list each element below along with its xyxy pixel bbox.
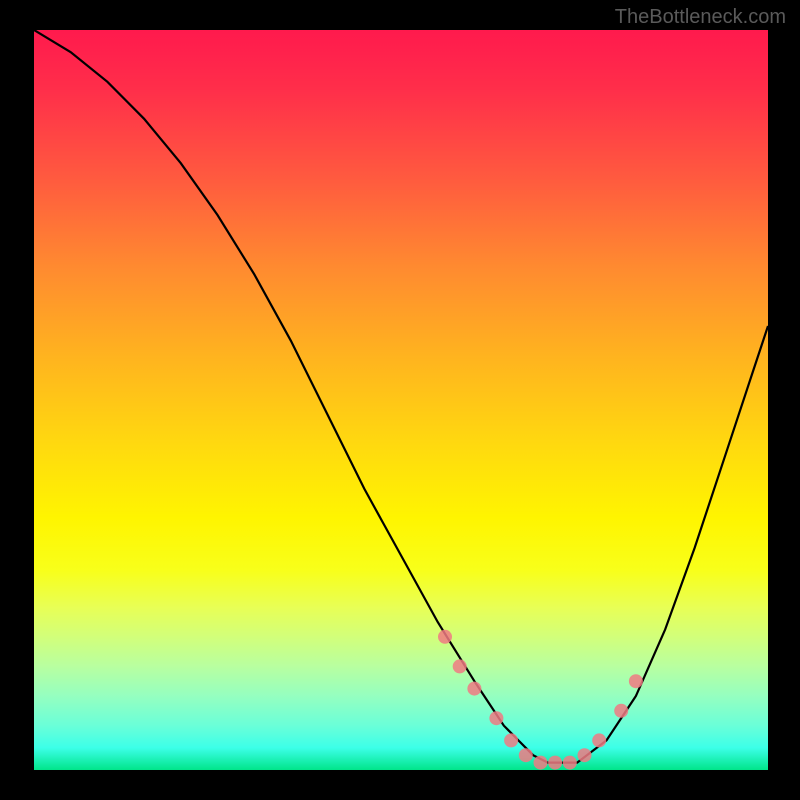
marker-point [489,711,503,725]
marker-point [592,733,606,747]
marker-point [614,704,628,718]
marker-point [563,756,577,770]
marker-point [504,733,518,747]
marker-point [534,756,548,770]
marker-point [519,748,533,762]
curve-layer [34,30,768,763]
watermark-text: TheBottleneck.com [615,6,786,29]
plot-area [34,30,768,770]
chart-svg [34,30,768,770]
bottleneck-curve [34,30,768,763]
marker-point [467,682,481,696]
marker-layer [438,630,643,770]
marker-point [629,674,643,688]
marker-point [548,756,562,770]
marker-point [578,748,592,762]
marker-point [453,659,467,673]
marker-point [438,630,452,644]
